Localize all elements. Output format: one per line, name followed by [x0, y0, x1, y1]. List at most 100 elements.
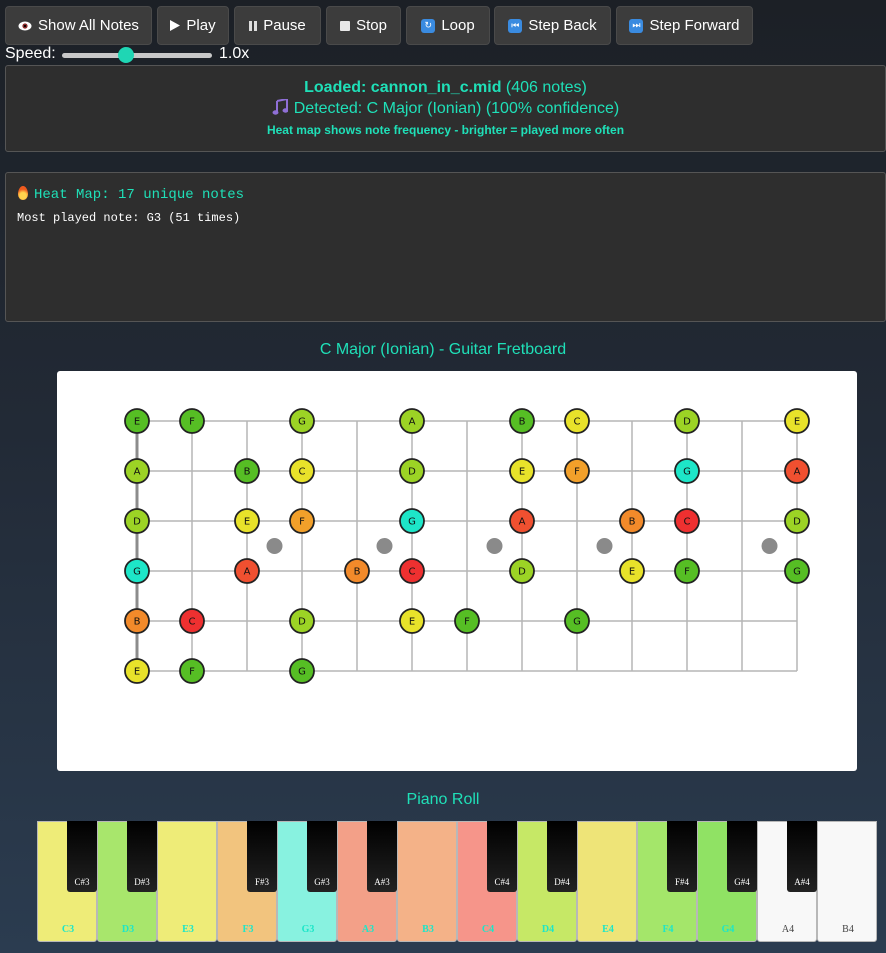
- piano-black-key[interactable]: G#4: [727, 821, 757, 892]
- fretboard-note[interactable]: E: [784, 408, 810, 434]
- piano-black-key[interactable]: D#4: [547, 821, 577, 892]
- fretboard-note[interactable]: D: [399, 458, 425, 484]
- fretboard-note[interactable]: D: [124, 508, 150, 534]
- note-marker: [674, 408, 700, 434]
- note-marker: [619, 558, 645, 584]
- fretboard-note[interactable]: A: [124, 458, 150, 484]
- fretboard-note[interactable]: F: [179, 658, 205, 684]
- fretboard-note[interactable]: C: [674, 508, 700, 534]
- pause-button[interactable]: Pause: [234, 6, 321, 45]
- step-back-button[interactable]: ⏮ Step Back: [494, 6, 611, 45]
- show-all-notes-button[interactable]: Show All Notes: [5, 6, 152, 45]
- fretboard-note[interactable]: D: [509, 558, 535, 584]
- piano-key-label: D4: [541, 924, 555, 935]
- fretboard-note[interactable]: E: [124, 408, 150, 434]
- piano-key-label: C4: [481, 924, 495, 935]
- note-marker: [674, 458, 700, 484]
- note-marker: [289, 508, 315, 534]
- piano-white-key[interactable]: E3: [157, 821, 217, 942]
- step-back-label: Step Back: [528, 17, 597, 34]
- heat-map-title: Heat Map: 17 unique notes: [18, 186, 244, 203]
- fretboard-note[interactable]: B: [619, 508, 645, 534]
- speed-slider-thumb[interactable]: [118, 47, 135, 63]
- fretboard-note[interactable]: G: [124, 558, 150, 584]
- piano-black-key[interactable]: C#4: [487, 821, 517, 892]
- fretboard-note[interactable]: A: [234, 558, 260, 584]
- fretboard-note[interactable]: E: [619, 558, 645, 584]
- piano-key-label: A4: [781, 924, 795, 935]
- piano-white-key[interactable]: E4: [577, 821, 637, 942]
- fretboard-note[interactable]: G: [289, 658, 315, 684]
- fretboard-note[interactable]: E: [234, 508, 260, 534]
- note-marker: [784, 558, 810, 584]
- play-button[interactable]: Play: [157, 6, 229, 45]
- note-marker: [399, 458, 425, 484]
- piano-black-key[interactable]: F#4: [667, 821, 697, 892]
- loop-button[interactable]: ↻ Loop: [406, 6, 490, 45]
- piano-key-label: B3: [422, 924, 434, 935]
- piano-white-key[interactable]: B3: [397, 821, 457, 942]
- fretboard-title: C Major (Ionian) - Guitar Fretboard: [319, 341, 567, 358]
- piano-key-label: E4: [602, 924, 614, 935]
- note-marker: [784, 458, 810, 484]
- piano-key-label: G#4: [734, 877, 750, 887]
- fretboard-note[interactable]: F: [179, 408, 205, 434]
- fretboard-note[interactable]: C: [289, 458, 315, 484]
- fretboard-note[interactable]: G: [289, 408, 315, 434]
- piano-black-key[interactable]: F#3: [247, 821, 277, 892]
- piano-key-label: F#3: [254, 877, 269, 887]
- fretboard-note[interactable]: A: [784, 458, 810, 484]
- fretboard-note[interactable]: D: [784, 508, 810, 534]
- note-marker: [124, 658, 150, 684]
- fretboard-note[interactable]: F: [674, 558, 700, 584]
- piano-black-key[interactable]: A#3: [367, 821, 397, 892]
- piano-key-label: A#3: [374, 877, 390, 887]
- piano-key-label: A3: [361, 924, 375, 935]
- fretboard-note[interactable]: G: [674, 458, 700, 484]
- fretboard-note[interactable]: G: [399, 508, 425, 534]
- fretboard-note[interactable]: C: [399, 558, 425, 584]
- fast-forward-icon: ⏭: [629, 18, 644, 33]
- fretboard-note[interactable]: B: [344, 558, 370, 584]
- fretboard-note[interactable]: D: [289, 608, 315, 634]
- speed-slider[interactable]: [62, 47, 212, 63]
- piano-key-label: C#3: [74, 877, 90, 887]
- step-forward-button[interactable]: ⏭ Step Forward: [616, 6, 753, 45]
- fretboard-note[interactable]: F: [564, 458, 590, 484]
- fretboard-note[interactable]: A: [399, 408, 425, 434]
- piano-black-key[interactable]: C#3: [67, 821, 97, 892]
- fretboard-note[interactable]: G: [784, 558, 810, 584]
- fretboard-note[interactable]: E: [124, 658, 150, 684]
- piano-white-key[interactable]: B4: [817, 821, 877, 942]
- note-marker: [179, 658, 205, 684]
- fretboard-note[interactable]: B: [234, 458, 260, 484]
- fretboard-note[interactable]: D: [674, 408, 700, 434]
- fretboard-note[interactable]: F: [289, 508, 315, 534]
- piano-key-label: F4: [662, 924, 674, 935]
- fretboard-note[interactable]: G: [564, 608, 590, 634]
- piano-key-label: B4: [842, 924, 854, 935]
- fretboard-note[interactable]: E: [399, 608, 425, 634]
- detected-key-text: Detected: C Major (Ionian) (100% confide…: [293, 100, 620, 117]
- piano-black-key[interactable]: G#3: [307, 821, 337, 892]
- fretboard-note[interactable]: B: [124, 608, 150, 634]
- stop-label: Stop: [356, 17, 387, 34]
- piano-key-label: E3: [182, 924, 194, 935]
- stop-button[interactable]: Stop: [326, 6, 401, 45]
- piano-black-key[interactable]: D#3: [127, 821, 157, 892]
- piano-key-label: A#4: [794, 877, 810, 887]
- show-all-notes-label: Show All Notes: [38, 17, 139, 34]
- fretboard-note[interactable]: F: [454, 608, 480, 634]
- note-marker: [399, 558, 425, 584]
- piano-black-key[interactable]: A#4: [787, 821, 817, 892]
- fretboard-note[interactable]: E: [509, 458, 535, 484]
- fretboard-note[interactable]: B: [509, 408, 535, 434]
- note-marker: [179, 408, 205, 434]
- fretboard-note[interactable]: A: [509, 508, 535, 534]
- fretboard-note[interactable]: C: [179, 608, 205, 634]
- fretboard-note[interactable]: C: [564, 408, 590, 434]
- step-forward-label: Step Forward: [649, 17, 740, 34]
- note-marker: [564, 608, 590, 634]
- speed-label: Speed:: [5, 45, 56, 62]
- loaded-file-name: Loaded: cannon_in_c.mid: [304, 79, 502, 96]
